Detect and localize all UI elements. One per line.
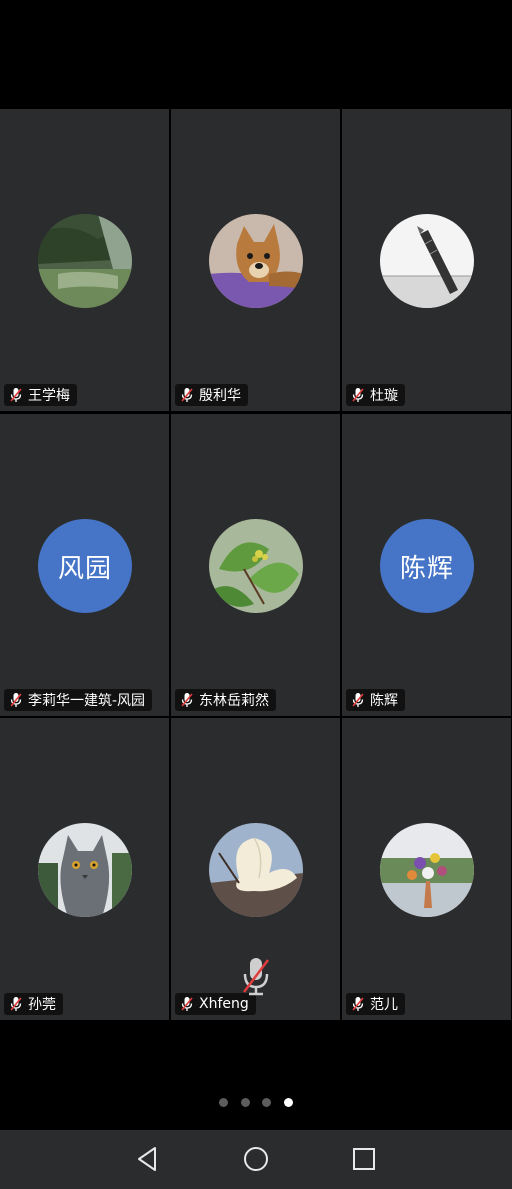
green-leaves-photo — [209, 519, 303, 613]
grey-cat-photo — [38, 823, 132, 917]
page-dot[interactable] — [241, 1098, 250, 1107]
landscape-river-photo — [38, 214, 132, 308]
recents-square-icon[interactable] — [349, 1144, 379, 1174]
flower-bouquet-photo — [380, 823, 474, 917]
page-dot[interactable] — [262, 1098, 271, 1107]
back-triangle-icon[interactable] — [133, 1144, 163, 1174]
mic-muted-icon — [352, 693, 364, 707]
participant-name-tag: 殷利华 — [175, 384, 248, 406]
mic-muted-icon — [352, 388, 364, 402]
avatar — [209, 823, 303, 917]
magnolia-flower-photo — [209, 823, 303, 917]
participant-tile[interactable]: 殷利华 — [171, 109, 340, 411]
dog-photo — [209, 214, 303, 308]
avatar — [38, 214, 132, 308]
participant-tile[interactable]: 风园 李莉华一建筑-风园 — [0, 414, 169, 716]
participant-name: 李莉华一建筑-风园 — [28, 693, 146, 709]
system-nav-bar — [0, 1130, 512, 1189]
avatar — [38, 823, 132, 917]
participant-name-tag: 李莉华一建筑-风园 — [4, 689, 153, 711]
avatar: 风园 — [38, 519, 132, 613]
page-indicator — [0, 1098, 512, 1110]
participant-tile[interactable]: 范儿 — [342, 718, 511, 1020]
avatar: 陈辉 — [380, 519, 474, 613]
mic-muted-icon — [352, 997, 364, 1011]
avatar — [209, 214, 303, 308]
mic-muted-icon[interactable] — [240, 956, 272, 998]
avatar — [380, 823, 474, 917]
mic-muted-icon — [181, 997, 193, 1011]
avatar — [380, 214, 474, 308]
participant-name: 王学梅 — [28, 388, 70, 404]
participant-name: 殷利华 — [199, 388, 241, 404]
participant-tile[interactable]: 王学梅 — [0, 109, 169, 411]
participant-tile[interactable]: 陈辉 陈辉 — [342, 414, 511, 716]
participant-name: 东林岳莉然 — [199, 693, 269, 709]
participant-name-tag: 陈辉 — [346, 689, 405, 711]
participant-tile[interactable]: 杜璇 — [342, 109, 511, 411]
participant-name-tag: 东林岳莉然 — [175, 689, 276, 711]
participant-name-tag: 王学梅 — [4, 384, 77, 406]
video-grid: 王学梅 殷利华 杜璇 风园 李莉华一建筑-风园 东林岳莉然 陈辉 陈辉 孙莞 X… — [0, 109, 512, 1021]
mic-muted-icon — [10, 693, 22, 707]
participant-name: Xhfeng — [199, 996, 249, 1012]
participant-name-tag: 范儿 — [346, 993, 405, 1015]
mic-muted-icon — [181, 693, 193, 707]
participant-tile[interactable]: 孙莞 — [0, 718, 169, 1020]
participant-name-tag: 杜璇 — [346, 384, 405, 406]
participant-name-tag: 孙莞 — [4, 993, 63, 1015]
mic-muted-icon — [181, 388, 193, 402]
page-dot-active[interactable] — [284, 1098, 293, 1107]
home-circle-icon[interactable] — [241, 1144, 271, 1174]
participant-name: 孙莞 — [28, 997, 56, 1013]
mic-muted-icon — [10, 997, 22, 1011]
mic-muted-icon — [10, 388, 22, 402]
avatar — [209, 519, 303, 613]
pen-sketch-photo — [380, 214, 474, 308]
participant-name: 陈辉 — [370, 693, 398, 709]
page-dot[interactable] — [219, 1098, 228, 1107]
participant-tile[interactable]: 东林岳莉然 — [171, 414, 340, 716]
participant-name: 杜璇 — [370, 388, 398, 404]
participant-name: 范儿 — [370, 997, 398, 1013]
